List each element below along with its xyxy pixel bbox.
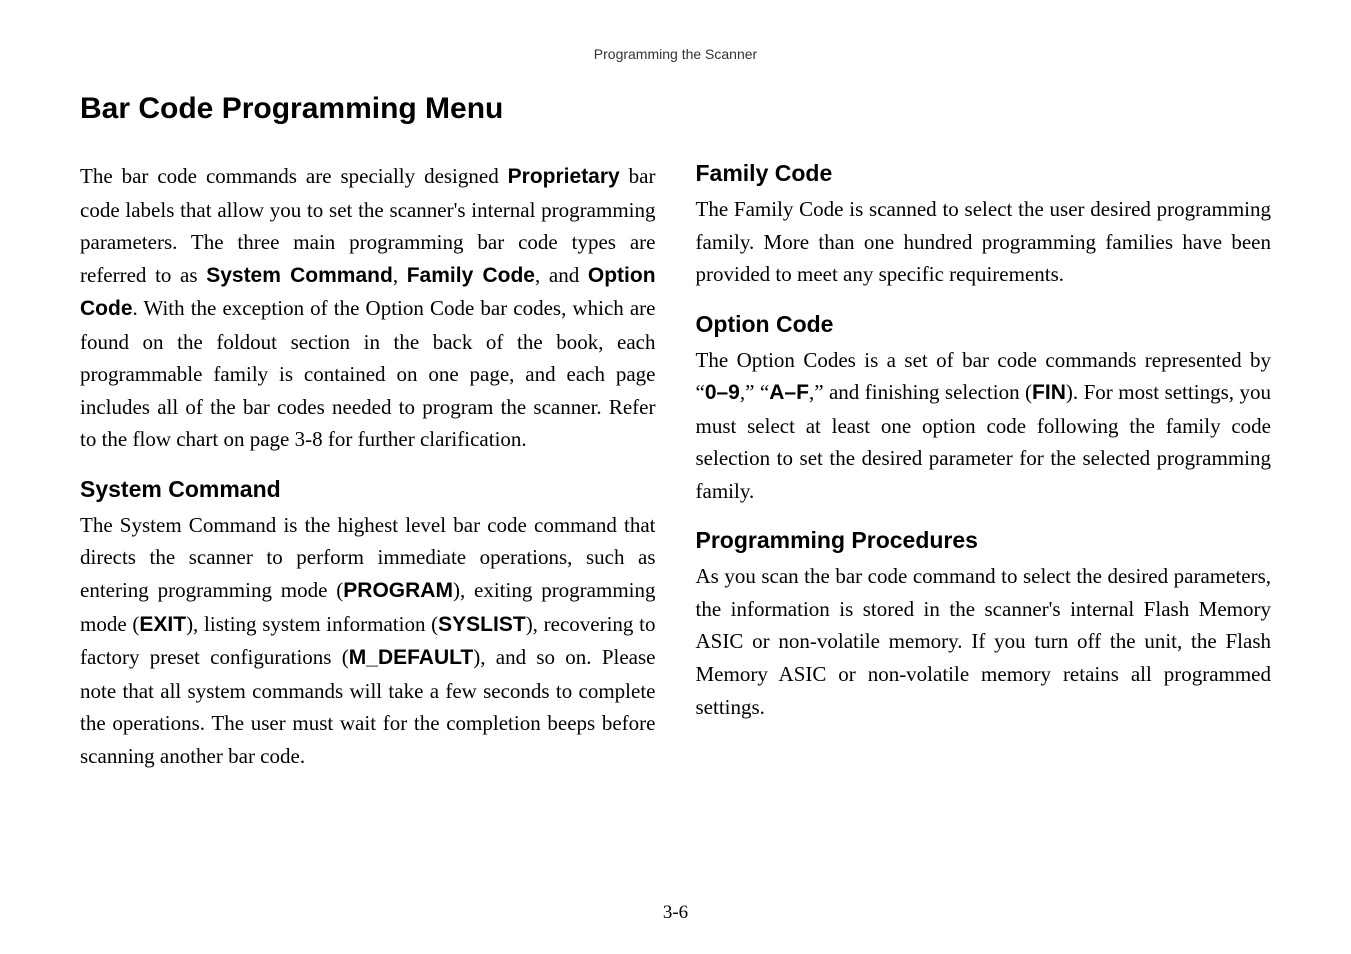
- bold-term: A–F: [769, 381, 809, 404]
- bold-term: FIN: [1032, 381, 1066, 404]
- text-run: ,” “: [740, 380, 769, 404]
- bold-term: Proprietary: [508, 165, 620, 188]
- right-column: Family Code The Family Code is scanned t…: [696, 160, 1272, 792]
- option-code-paragraph: The Option Codes is a set of bar code co…: [696, 344, 1272, 508]
- page-title: Bar Code Programming Menu: [80, 92, 1271, 126]
- bold-term: 0–9: [705, 381, 740, 404]
- family-code-paragraph: The Family Code is scanned to select the…: [696, 193, 1272, 291]
- text-run: ), listing system information (: [186, 612, 438, 636]
- system-command-paragraph: The System Command is the highest level …: [80, 509, 656, 772]
- programming-procedures-heading: Programming Procedures: [696, 527, 1272, 554]
- running-header: Programming the Scanner: [80, 46, 1271, 62]
- bold-term: Family Code: [407, 264, 535, 287]
- left-column: The bar code commands are specially desi…: [80, 160, 656, 792]
- bold-term: EXIT: [139, 613, 186, 636]
- text-run: The bar code commands are specially desi…: [80, 164, 508, 188]
- bold-term: System Command: [206, 264, 393, 287]
- intro-paragraph: The bar code commands are specially desi…: [80, 160, 656, 456]
- text-run: ,: [393, 263, 407, 287]
- system-command-heading: System Command: [80, 476, 656, 503]
- family-code-heading: Family Code: [696, 160, 1272, 187]
- bold-term: M_DEFAULT: [349, 646, 473, 669]
- content-columns: The bar code commands are specially desi…: [80, 160, 1271, 792]
- bold-term: PROGRAM: [343, 579, 453, 602]
- bold-term: SYSLIST: [438, 613, 526, 636]
- programming-procedures-paragraph: As you scan the bar code command to sele…: [696, 560, 1272, 723]
- page-number: 3-6: [0, 902, 1351, 924]
- text-run: . With the exception of the Option Code …: [80, 296, 656, 451]
- option-code-heading: Option Code: [696, 311, 1272, 338]
- text-run: ,” and finishing selection (: [809, 380, 1032, 404]
- text-run: , and: [535, 263, 588, 287]
